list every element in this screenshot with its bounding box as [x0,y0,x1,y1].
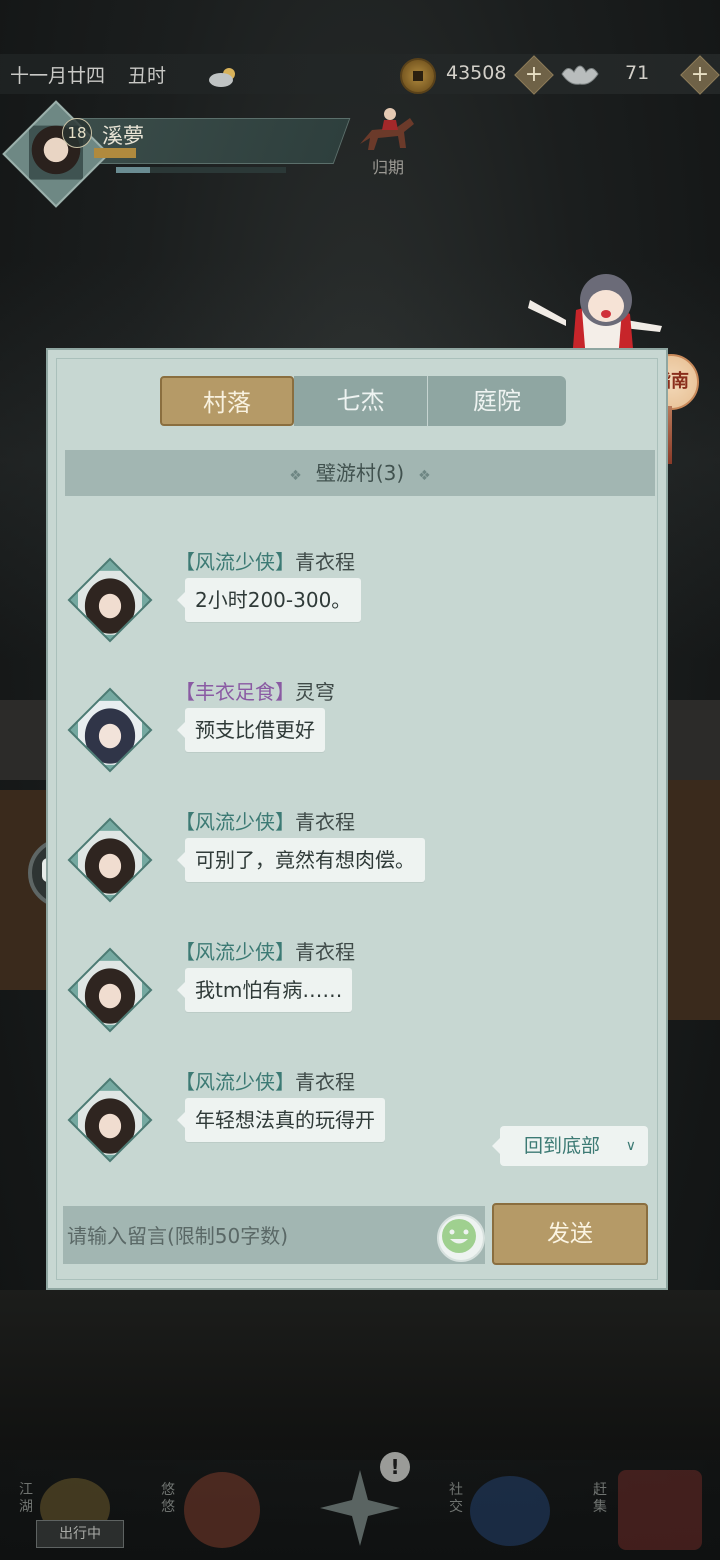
return-label: 归期 [372,158,405,177]
tab-courtyard[interactable]: 庭院 [428,376,566,426]
message-bubble: 可别了，竟然有想肉偿。 [177,838,425,882]
sender-name: 灵穹 [295,680,335,704]
player-name: 溪夢 [102,124,144,148]
chat-tabs: 村落 七杰 庭院 [160,376,566,426]
channel-header: ❖ 璧游村(3) ❖ [65,450,655,496]
back-to-bottom-button[interactable]: 回到底部 ∨ [492,1126,648,1166]
nav-market[interactable]: 赶集 [586,1460,706,1556]
sender-title: 【风流少侠】 [175,1070,295,1094]
silver-ingot-icon [561,65,599,85]
message-bubble: 2小时200-300。 [176,578,362,622]
sender-name: 青衣程 [295,810,355,834]
nav-youyou-label: 悠悠 [161,1482,175,1515]
emoji-button[interactable] [437,1214,485,1262]
horse-rider-icon[interactable] [352,100,422,156]
ground [0,1290,720,1460]
sender-title: 【丰衣足食】 [175,680,295,704]
nav-market-label: 赶集 [593,1482,607,1515]
nav-social[interactable]: 社交 [440,1460,560,1556]
sender-avatar[interactable] [67,1077,153,1163]
message-item: 【风流少侠】青衣程 我tm怕有病…… [65,890,655,1033]
tab-seven-heroes[interactable]: 七杰 [294,376,428,426]
nav-jianghu-label: 江湖 [19,1482,33,1515]
message-input[interactable] [63,1206,439,1266]
alert-icon: ! [380,1452,410,1482]
player-level: 18 [62,118,92,148]
message-input-bar [63,1206,485,1266]
cloudy-sun-icon [209,68,235,87]
sender-title: 【风流少侠】 [175,550,295,574]
market-basket-icon [618,1470,702,1550]
sender-line: 【风流少侠】青衣程 [175,1066,355,1095]
back-to-bottom-label: 回到底部 [524,1135,601,1157]
nav-youyou[interactable]: 悠悠 [156,1460,276,1556]
right-roof [668,700,720,780]
wave-icon [470,1476,550,1546]
coin-count: 43508 [446,62,507,84]
sender-name: 青衣程 [295,940,355,964]
message-item: 【风流少侠】青衣程 可别了，竟然有想肉偿。 [65,760,655,903]
tab-village[interactable]: 村落 [160,376,294,426]
message-item: 【风流少侠】青衣程 年轻想法真的玩得开 [65,1020,655,1163]
channel-title: 璧游村(3) [315,461,405,485]
coin-icon [400,58,436,94]
smiley-icon [442,1219,476,1253]
message-bubble: 年轻想法真的玩得开 [177,1098,385,1142]
ingot-count: 71 [625,62,650,84]
sender-line: 【丰衣足食】灵穹 [175,676,335,705]
message-list[interactable]: 【风流少侠】青衣程 2小时200-300。 【丰衣足食】灵穹 预支比借更好 【风… [65,500,655,1185]
send-button[interactable]: 发送 [492,1203,648,1265]
message-item: 【丰衣足食】灵穹 预支比借更好 [65,630,655,773]
message-bubble: 预支比借更好 [177,708,325,752]
chibi-guide-mascot[interactable] [526,270,666,360]
game-date: 十一月廿四 [10,65,106,87]
crane-icon [184,1472,260,1548]
ornament-icon: ❖ [418,468,431,484]
sender-title: 【风流少侠】 [175,940,295,964]
game-time: 丑时 [128,65,167,87]
traveling-badge: 出行中 [36,1520,124,1548]
message-bubble: 我tm怕有病…… [176,968,353,1012]
status-bar: 十一月廿四 丑时 43508 71 [0,54,720,94]
sender-title: 【风流少侠】 [175,810,295,834]
nav-social-label: 社交 [449,1482,463,1515]
sender-name: 青衣程 [295,550,355,574]
double-chevron-down-icon: ∨ [625,1138,636,1154]
experience-bar [94,148,136,158]
message-item: 【风流少侠】青衣程 2小时200-300。 [65,500,655,643]
sender-line: 【风流少侠】青衣程 [175,546,355,575]
sender-line: 【风流少侠】青衣程 [175,936,355,965]
right-building [668,780,720,1020]
sender-line: 【风流少侠】青衣程 [175,806,355,835]
stamina-bar [116,167,286,173]
ornament-icon: ❖ [289,468,302,484]
sender-name: 青衣程 [295,1070,355,1094]
